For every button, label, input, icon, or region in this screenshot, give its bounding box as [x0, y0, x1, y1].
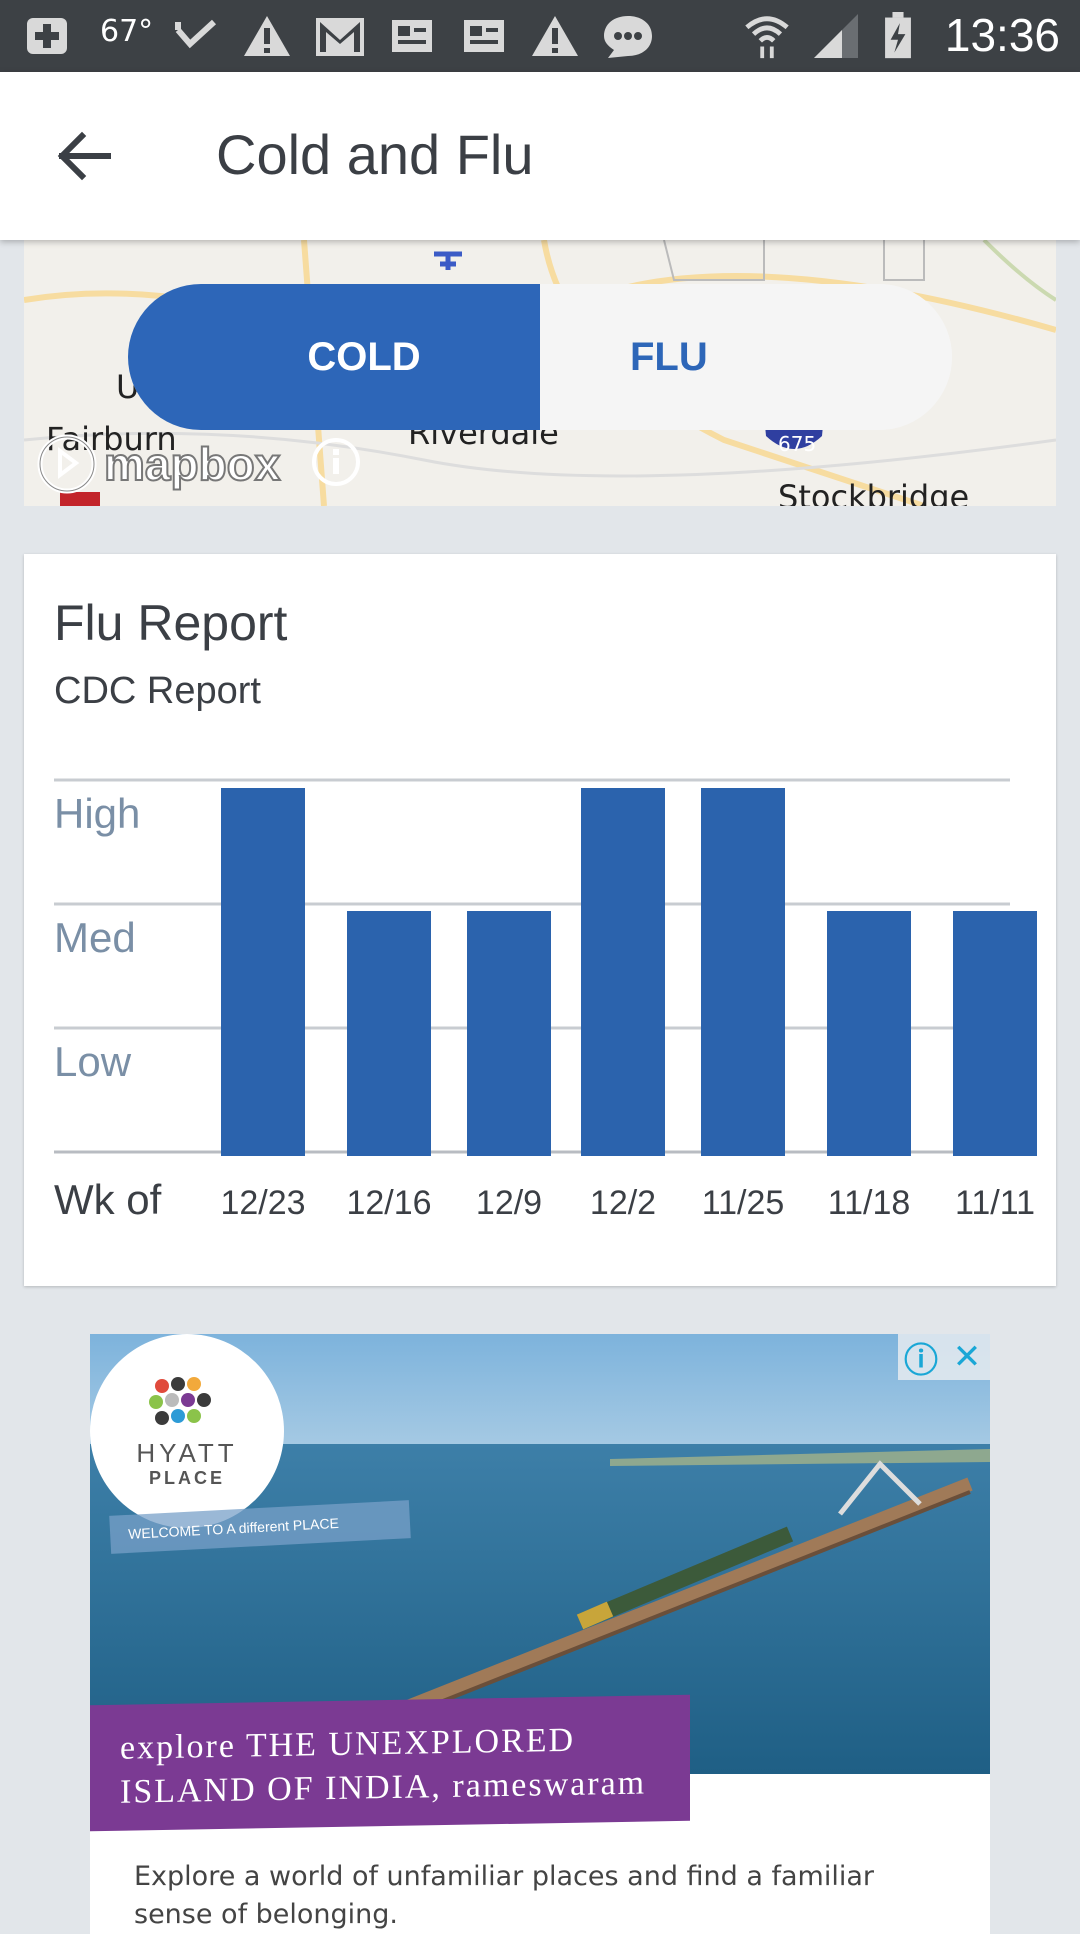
warning-icon — [532, 16, 578, 56]
x-tick-label: 12/9 — [476, 1184, 542, 1222]
x-tick-label: 12/16 — [346, 1184, 431, 1222]
signal-icon — [814, 14, 858, 58]
arrow-back-icon — [57, 131, 111, 181]
flu-bar-chart: Low Med High Wk of 12/23 12/16 12/9 12/2 11/25 11… — [54, 778, 1037, 1223]
cold-flu-toggle: COLD FLU — [128, 284, 952, 430]
ad-description: Explore a world of unfamiliar places and… — [134, 1861, 875, 1930]
ad-headline-line2: ISLAND OF INDIA, rameswaram — [120, 1764, 647, 1811]
advertisement[interactable]: HYATT PLACE WELCOME TO A different PLACE… — [90, 1334, 990, 1934]
mapbox-icon — [37, 434, 97, 494]
clock: 13:36 — [944, 9, 1060, 61]
ad-badge: ⓘ ✕ — [898, 1334, 990, 1381]
news-icon — [464, 20, 504, 52]
info-icon[interactable]: ⓘ — [898, 1334, 944, 1381]
x-tick-label: 12/2 — [590, 1184, 656, 1222]
x-tick-label: 11/11 — [955, 1184, 1035, 1222]
y-level-label: High — [54, 790, 140, 837]
map-view[interactable]: U Fairburn Riverdale 675 Stockbridge COL… — [24, 240, 1056, 506]
flu-report-card: Flu Report CDC Report Low Med High Wk of 12/… — [24, 554, 1056, 1286]
gmail-icon — [316, 18, 364, 56]
chart-bar — [701, 788, 785, 1156]
page-title: Cold and Flu — [216, 123, 534, 186]
back-button[interactable] — [48, 120, 120, 192]
chart-bar — [581, 788, 665, 1156]
check-icon — [175, 19, 217, 49]
chart-bar — [221, 788, 305, 1156]
chart-bar — [347, 911, 431, 1156]
x-axis-title: Wk of — [54, 1176, 162, 1223]
highway-label: 675 — [778, 432, 817, 456]
add-icon — [27, 18, 67, 54]
chart-bar — [827, 911, 911, 1156]
hyatt-dots-icon — [149, 1377, 211, 1425]
x-tick-label: 11/18 — [828, 1184, 911, 1222]
ad-headline: explore THE UNEXPLORED ISLAND OF INDIA, … — [90, 1694, 690, 1832]
hyatt-brand: HYATT — [136, 1438, 238, 1468]
hyatt-logo: HYATT PLACE — [90, 1334, 284, 1528]
flu-toggle-button[interactable]: FLU — [540, 284, 952, 430]
mapbox-attribution: mapbox — [103, 437, 281, 491]
warning-icon — [244, 16, 290, 56]
status-bar: 67° 13:36 — [0, 0, 1080, 72]
x-tick-label: 11/25 — [702, 1184, 785, 1222]
map-label-stockbridge: Stockbridge — [778, 478, 970, 506]
mapbox-logo[interactable]: mapbox — [36, 432, 281, 496]
temperature: 67° — [100, 14, 154, 49]
chart-bar — [953, 911, 1037, 1156]
wifi-icon — [745, 16, 789, 59]
x-tick-label: 12/23 — [220, 1184, 305, 1222]
y-level-label: Low — [54, 1038, 132, 1085]
app-bar: Cold and Flu — [0, 72, 1080, 240]
battery-icon — [885, 12, 911, 59]
hyatt-brand-sub: PLACE — [148, 1468, 225, 1488]
chat-icon — [604, 16, 652, 58]
y-level-label: Med — [54, 914, 136, 961]
close-icon[interactable]: ✕ — [944, 1334, 990, 1380]
news-icon — [392, 20, 432, 52]
chart-bar — [467, 911, 551, 1156]
map-info-icon[interactable] — [310, 436, 362, 488]
cold-toggle-button[interactable]: COLD — [128, 284, 540, 430]
